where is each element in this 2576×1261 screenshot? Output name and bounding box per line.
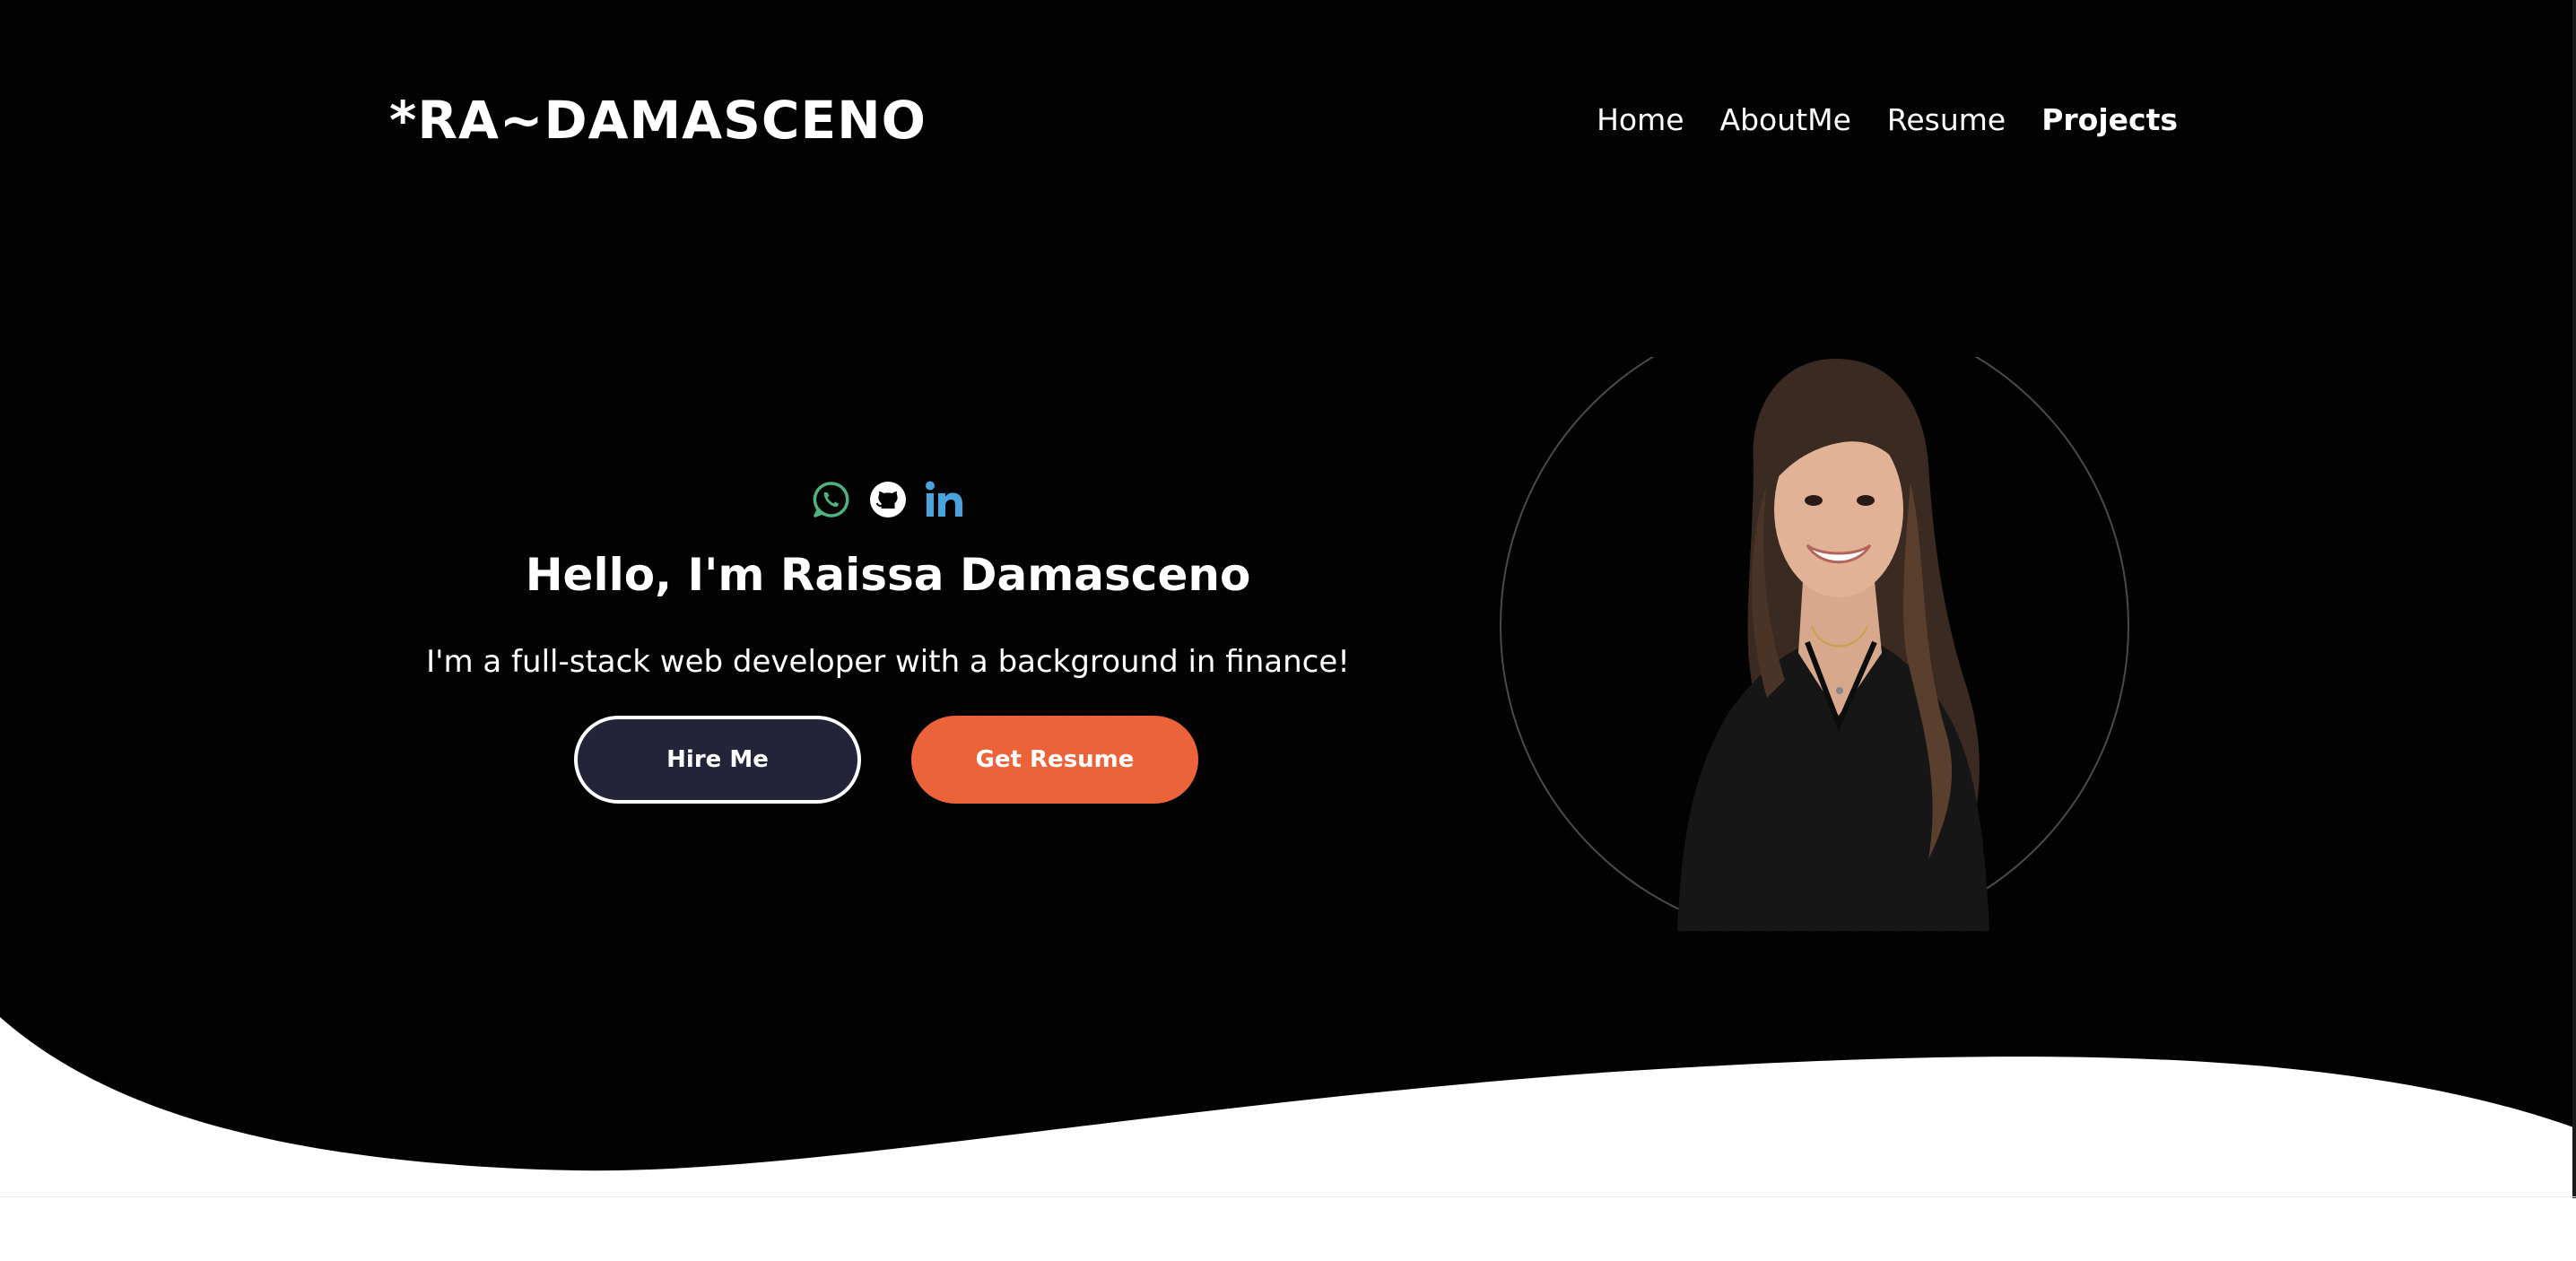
portrait-figure [1677, 358, 1989, 931]
section-divider [0, 1196, 2576, 1197]
hero-section: *RA~DAMASCENO Home AboutMe Resume Projec… [0, 0, 2576, 1261]
profile-photo [1498, 357, 2131, 931]
hero-actions: Hire Me Get Resume [574, 716, 1198, 804]
linkedin-icon[interactable] [925, 479, 966, 520]
nav-item-aboutme[interactable]: AboutMe [1720, 99, 1851, 142]
social-links [395, 466, 1381, 533]
hero-tagline: I'm a full-stack web developer with a ba… [426, 644, 1350, 680]
hire-me-button[interactable]: Hire Me [574, 716, 861, 804]
site-logo[interactable]: *RA~DAMASCENO [389, 88, 927, 152]
main-nav: Home AboutMe Resume Projects [1597, 99, 2178, 142]
intro-block: Hello, I'm Raissa Damasceno I'm a full-s… [395, 466, 1381, 683]
hero-heading: Hello, I'm Raissa Damasceno [525, 549, 1251, 601]
github-icon[interactable] [867, 479, 909, 520]
get-resume-button[interactable]: Get Resume [911, 716, 1198, 804]
nav-item-home[interactable]: Home [1597, 99, 1684, 142]
nav-item-resume[interactable]: Resume [1887, 99, 2006, 142]
scrollbar[interactable] [2572, 0, 2576, 1198]
whatsapp-icon[interactable] [810, 479, 851, 520]
nav-item-projects[interactable]: Projects [2041, 99, 2178, 142]
